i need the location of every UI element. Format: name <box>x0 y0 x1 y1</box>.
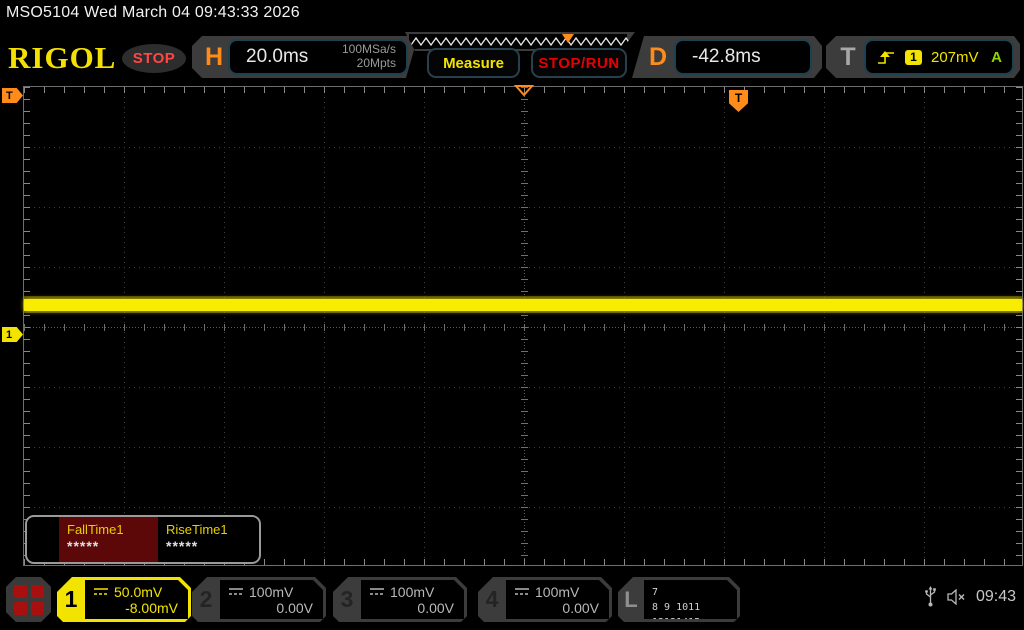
channel-scale: 100mV <box>249 583 294 600</box>
trigger-level-value: 207mV <box>931 48 979 66</box>
measure-button[interactable]: Measure <box>427 48 520 78</box>
memory-position-icon[interactable] <box>562 34 574 43</box>
memory-depth: 20Mpts <box>356 56 396 70</box>
rising-edge-icon <box>876 50 896 65</box>
clock: 09:43 <box>976 588 1017 605</box>
display-center-marker-icon <box>514 85 534 97</box>
run-state-indicator: STOP <box>122 44 186 73</box>
window-title: MSO5104 Wed March 04 09:43:33 2026 <box>6 4 300 21</box>
waveform-display: FallTime1 ***** RiseTime1 ***** <box>23 86 1023 566</box>
grid-icon <box>13 584 27 598</box>
delay-value: -42.8ms <box>692 46 761 67</box>
channel-offset: 0.00V <box>417 599 454 616</box>
channel-4-button[interactable]: 4 100mV 0.00V <box>478 577 612 622</box>
trigger-label: T <box>840 43 856 71</box>
channel-offset: 0.00V <box>276 599 313 616</box>
horizontal-scale-button[interactable]: H 20.0ms 100MSa/s 20Mpts <box>192 36 418 78</box>
delay-button[interactable]: D -42.8ms <box>630 36 822 78</box>
channel-offset: 0.00V <box>562 599 599 616</box>
channel1-offset-marker[interactable]: 1 <box>2 327 23 342</box>
trigger-level-marker[interactable]: T <box>2 88 23 103</box>
sample-rate: 100MSa/s <box>341 42 396 57</box>
measurement-risetime[interactable]: RiseTime1 ***** <box>158 517 257 562</box>
dc-coupling-icon <box>93 587 109 596</box>
speaker-muted-icon <box>947 589 965 605</box>
trigger-settings-button[interactable]: T 1 207mV A <box>826 36 1020 78</box>
channel1-trace <box>24 299 1022 311</box>
channel-2-button[interactable]: 2 100mV 0.00V <box>192 577 326 622</box>
waveform-thumbnail-icon <box>410 35 632 48</box>
channel-1-button[interactable]: 1 50.0mV -8.00mV <box>57 577 191 622</box>
measurement-falltime[interactable]: FallTime1 ***** <box>59 517 158 562</box>
channel-3-button[interactable]: 3 100mV 0.00V <box>333 577 467 622</box>
delay-label: D <box>648 43 668 71</box>
channel-offset: -8.00mV <box>125 599 178 616</box>
channel-scale: 50.0mV <box>114 583 163 600</box>
usb-icon <box>925 586 936 607</box>
dc-coupling-icon <box>228 587 244 596</box>
logic-row-2: 8 9 1011 12131415 <box>652 601 701 628</box>
logic-row-1: 0 1 2 3 4 5 6 7 <box>652 571 731 598</box>
memory-strip <box>409 34 627 49</box>
dc-coupling-icon <box>514 587 530 596</box>
rigol-logo: RIGOL <box>8 40 117 75</box>
logic-channels-button[interactable]: L 0 1 2 3 4 5 6 7 8 9 1011 12131415 <box>618 577 740 622</box>
acquisition-info: 100MSa/s 20Mpts <box>342 43 406 71</box>
timebase-value: 20.0ms <box>246 46 309 67</box>
horizontal-label: H <box>204 43 224 71</box>
channel-scale: 100mV <box>390 583 435 600</box>
menu-button[interactable] <box>6 577 51 622</box>
trigger-sweep-mode: A <box>991 48 1002 66</box>
trigger-source-badge: 1 <box>905 50 922 65</box>
channel-scale: 100mV <box>535 583 580 600</box>
stop-run-button[interactable]: STOP/RUN <box>531 48 627 78</box>
dc-coupling-icon <box>369 587 385 596</box>
measurement-panel[interactable]: FallTime1 ***** RiseTime1 ***** <box>25 515 261 564</box>
